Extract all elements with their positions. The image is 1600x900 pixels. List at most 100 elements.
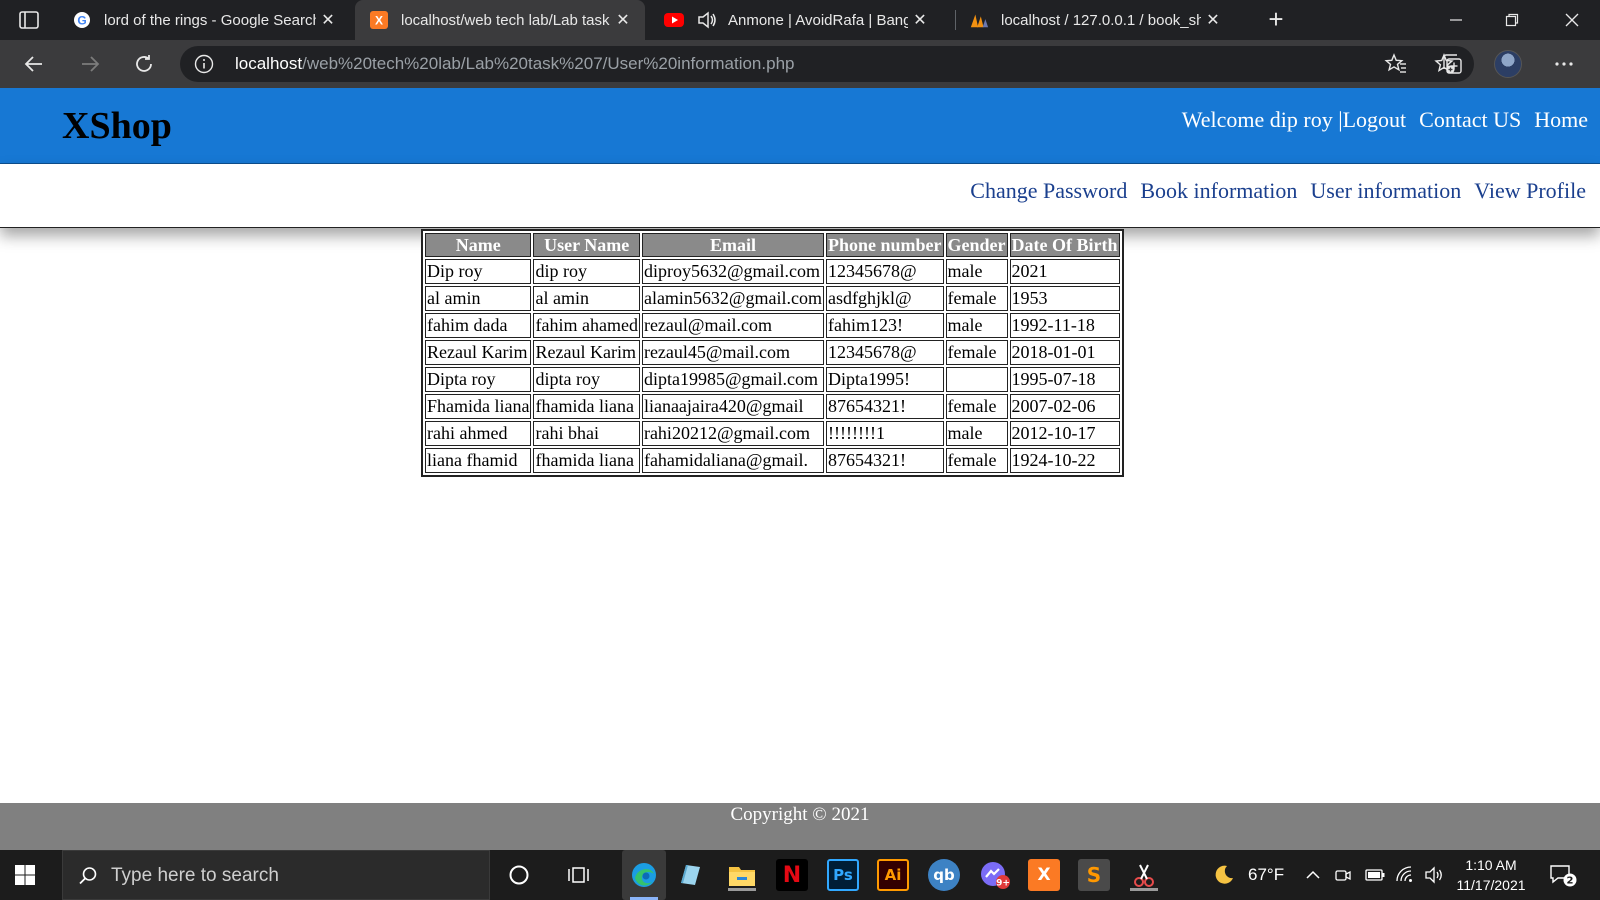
google-icon: G xyxy=(72,10,92,30)
task-view-icon[interactable] xyxy=(562,859,594,891)
cell-name: fahim dada xyxy=(425,313,532,338)
messenger-icon[interactable]: 9+ xyxy=(979,859,1011,891)
meet-now-icon[interactable] xyxy=(1334,850,1352,900)
cell-gender: male xyxy=(945,259,1008,284)
favorites-icon[interactable] xyxy=(1384,52,1408,76)
cell-phone: asdfghjkl@ xyxy=(826,286,944,311)
table-header-row: Name User Name Email Phone number Gender… xyxy=(425,233,1120,257)
windows-start-icon[interactable] xyxy=(12,862,38,888)
logout-link[interactable]: Logout xyxy=(1343,107,1407,133)
volume-icon[interactable] xyxy=(1424,850,1444,900)
cell-name: Rezaul Karim xyxy=(425,340,532,365)
collections-icon[interactable] xyxy=(1440,52,1464,76)
back-arrow-icon[interactable] xyxy=(18,48,50,80)
snipping-tool-icon[interactable] xyxy=(1128,859,1160,891)
tab-actions-icon[interactable] xyxy=(14,8,44,32)
table-row: al amin al amin alamin5632@gmail.com asd… xyxy=(425,286,1120,311)
show-hidden-icons-button[interactable] xyxy=(1305,850,1321,900)
refresh-icon[interactable] xyxy=(128,48,160,80)
cell-phone: 87654321! xyxy=(826,448,944,473)
illustrator-icon[interactable]: Ai xyxy=(877,859,909,891)
cell-gender: female xyxy=(945,448,1008,473)
cell-username: dip roy xyxy=(533,259,640,284)
table-row: rahi ahmed rahi bhai rahi20212@gmail.com… xyxy=(425,421,1120,446)
taskbar-search-box[interactable]: Type here to search xyxy=(62,850,490,900)
tab-youtube[interactable]: Anmone | AvoidRafa | Bangl ✕ xyxy=(650,0,942,40)
notes-app-icon[interactable] xyxy=(674,859,706,891)
table-row: Rezaul Karim Rezaul Karim rezaul45@mail.… xyxy=(425,340,1120,365)
welcome-text: Welcome dip roy | xyxy=(1181,107,1343,132)
xampp-taskbar-icon[interactable]: X xyxy=(1028,859,1060,891)
cell-email: rezaul@mail.com xyxy=(641,313,824,338)
table-row: Fhamida liana fhamida liana lianaajaira4… xyxy=(425,394,1120,419)
forward-arrow-icon[interactable] xyxy=(74,48,106,80)
view-profile-link[interactable]: View Profile xyxy=(1474,178,1586,204)
column-header-phone: Phone number xyxy=(826,233,944,257)
system-clock[interactable]: 1:10 AM 11/17/2021 xyxy=(1448,855,1534,895)
cell-email: rezaul45@mail.com xyxy=(641,340,824,365)
weather-temperature: 67°F xyxy=(1248,865,1285,884)
tab-close-icon[interactable]: ✕ xyxy=(908,8,932,32)
netflix-icon[interactable]: N xyxy=(776,859,808,891)
tab-google-search[interactable]: G lord of the rings - Google Search ✕ xyxy=(58,0,350,40)
file-explorer-icon[interactable] xyxy=(726,859,758,891)
tab-close-icon[interactable]: ✕ xyxy=(611,8,635,32)
photoshop-icon[interactable]: Ps xyxy=(827,859,859,891)
cell-email: diproy5632@gmail.com xyxy=(641,259,824,284)
contact-us-link[interactable]: Contact US xyxy=(1419,107,1521,133)
cell-email: alamin5632@gmail.com xyxy=(641,286,824,311)
cell-phone: Dipta1995! xyxy=(826,367,944,392)
user-information-link[interactable]: User information xyxy=(1310,178,1461,204)
qbittorrent-icon[interactable]: qb xyxy=(928,859,960,891)
column-header-dob: Date Of Birth xyxy=(1009,233,1120,257)
cell-phone: 12345678@ xyxy=(826,259,944,284)
home-link[interactable]: Home xyxy=(1534,107,1588,133)
table-row: liana fhamid fhamida liana fahamidaliana… xyxy=(425,448,1120,473)
search-icon xyxy=(77,865,99,887)
weather-widget[interactable]: 67°F xyxy=(1212,850,1284,900)
cell-username: fhamida liana xyxy=(533,394,640,419)
cell-phone: !!!!!!!!1 xyxy=(826,421,944,446)
cell-gender: female xyxy=(945,286,1008,311)
site-info-icon[interactable] xyxy=(194,54,214,74)
tab-phpmyadmin[interactable]: localhost / 127.0.0.1 / book_shop ✕ xyxy=(955,0,1235,40)
cell-dob: 2021 xyxy=(1009,259,1120,284)
change-password-link[interactable]: Change Password xyxy=(970,178,1127,204)
tab-lab-task[interactable]: X localhost/web tech lab/Lab task ✕ xyxy=(355,0,645,40)
search-placeholder: Type here to search xyxy=(111,865,279,886)
profile-avatar[interactable] xyxy=(1494,50,1522,78)
header-links: Welcome dip roy | Logout Contact US Home xyxy=(1182,107,1588,133)
cell-dob: 2018-01-01 xyxy=(1009,340,1120,365)
wifi-icon[interactable] xyxy=(1395,850,1415,900)
more-options-icon[interactable] xyxy=(1552,52,1576,76)
restore-icon[interactable] xyxy=(1484,0,1540,40)
cell-dob: 1924-10-22 xyxy=(1009,448,1120,473)
speaker-icon[interactable] xyxy=(696,10,718,30)
tab-close-icon[interactable]: ✕ xyxy=(316,8,340,32)
notification-center-icon[interactable]: 2 xyxy=(1548,850,1578,900)
cortana-icon[interactable] xyxy=(503,859,535,891)
tab-close-icon[interactable]: ✕ xyxy=(1201,8,1225,32)
cell-name: rahi ahmed xyxy=(425,421,532,446)
battery-icon[interactable] xyxy=(1365,850,1385,900)
url-path: /web%20tech%20lab/Lab%20task%207/User%20… xyxy=(302,54,795,73)
cell-email: lianaajaira420@gmail xyxy=(641,394,824,419)
youtube-icon xyxy=(664,10,684,30)
cell-email: dipta19985@gmail.com xyxy=(641,367,824,392)
address-bar[interactable]: localhost/web%20tech%20lab/Lab%20task%20… xyxy=(180,46,1474,82)
cell-gender xyxy=(945,367,1008,392)
site-logo[interactable]: XShop xyxy=(62,104,172,148)
edge-browser-icon[interactable] xyxy=(622,850,666,900)
book-information-link[interactable]: Book information xyxy=(1140,178,1297,204)
cell-phone: 87654321! xyxy=(826,394,944,419)
minimize-icon[interactable] xyxy=(1428,0,1484,40)
running-app-indicator xyxy=(728,888,756,891)
phpmyadmin-icon xyxy=(969,10,989,30)
cell-dob: 1995-07-18 xyxy=(1009,367,1120,392)
sublime-text-icon[interactable]: S xyxy=(1078,859,1110,891)
new-tab-button[interactable]: + xyxy=(1262,6,1290,34)
close-window-icon[interactable] xyxy=(1544,0,1600,40)
table-row: Dipta roy dipta roy dipta19985@gmail.com… xyxy=(425,367,1120,392)
cell-username: fhamida liana xyxy=(533,448,640,473)
url-host: localhost xyxy=(235,54,303,73)
